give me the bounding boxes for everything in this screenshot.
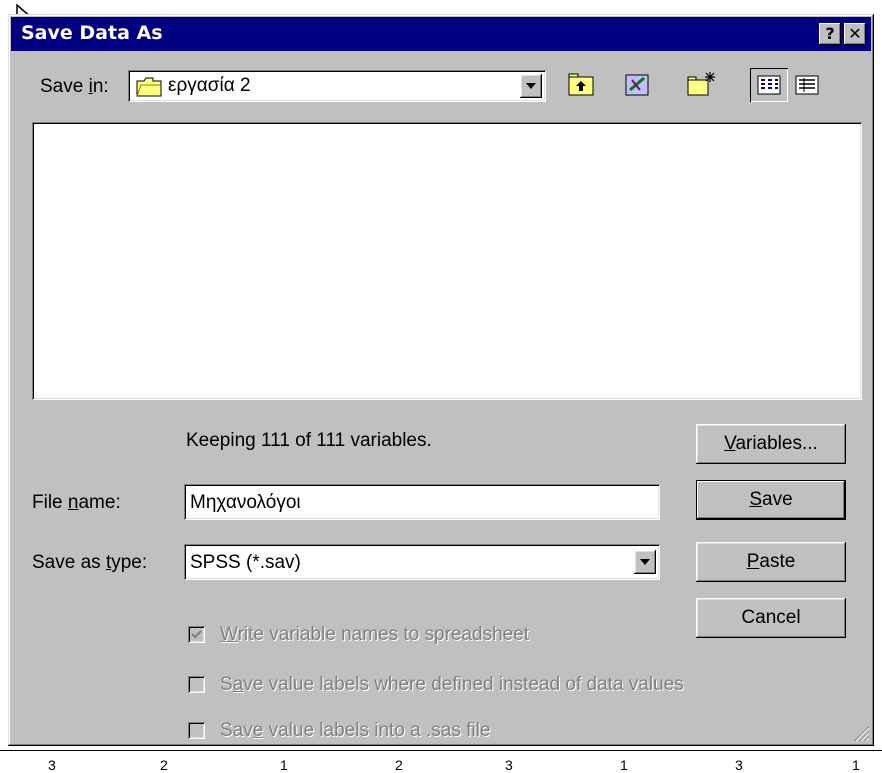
keeping-variables-text: Keeping 111 of 111 variables. xyxy=(186,430,432,451)
ruler-digit: 3 xyxy=(735,757,743,773)
save-as-type-dropdown-arrow[interactable] xyxy=(634,550,656,574)
new-folder-icon xyxy=(687,72,715,96)
save-value-labels-checkbox[interactable] xyxy=(188,676,205,693)
look-in-favorites-button[interactable] xyxy=(620,68,654,102)
ruler-digit: 1 xyxy=(620,757,628,773)
up-one-level-button[interactable] xyxy=(564,68,598,102)
create-new-folder-button[interactable] xyxy=(684,68,718,102)
save-as-type-label: Save as type: xyxy=(32,552,148,573)
save-as-type-value: SPSS (*.sav) xyxy=(190,552,301,573)
ruler-digit: 3 xyxy=(505,757,513,773)
ruler-digit: 3 xyxy=(48,757,56,773)
file-list[interactable] xyxy=(32,122,862,400)
ruler-digit: 1 xyxy=(280,757,288,773)
save-data-as-dialog: Save Data As ? ✕ Save in: εργασία 2 Keep… xyxy=(8,14,874,746)
list-view-button[interactable] xyxy=(750,68,788,102)
background-ruler: 3 2 1 2 3 1 3 1 xyxy=(0,750,882,773)
details-view-button[interactable] xyxy=(790,68,824,102)
details-view-icon xyxy=(795,75,819,95)
save-in-label: Save in: xyxy=(40,76,109,97)
favorites-icon xyxy=(625,74,649,96)
resize-grip-icon[interactable] xyxy=(852,724,870,742)
save-sas-file-checkbox[interactable] xyxy=(188,722,205,739)
up-folder-icon xyxy=(568,73,594,96)
save-value-labels-label: Save value labels where defined instead … xyxy=(220,674,684,695)
help-button[interactable]: ? xyxy=(819,23,841,45)
save-in-dropdown[interactable]: εργασία 2 xyxy=(128,70,546,102)
save-sas-file-label: Save value labels into a .sas file xyxy=(220,720,491,741)
check-mark-icon xyxy=(191,630,202,639)
write-variable-names-checkbox[interactable] xyxy=(188,626,205,643)
variables-button[interactable]: Variables... xyxy=(696,424,846,464)
save-in-folder-name: εργασία 2 xyxy=(168,75,251,96)
file-name-input[interactable]: Μηχανολόγοι xyxy=(184,484,660,520)
paste-button[interactable]: Paste xyxy=(696,542,846,582)
title-bar[interactable]: Save Data As ? ✕ xyxy=(11,17,871,51)
file-name-label: File name: xyxy=(32,492,121,513)
write-variable-names-label: Write variable names to spreadsheet xyxy=(220,624,530,645)
ruler-digit: 2 xyxy=(160,757,168,773)
dialog-title: Save Data As xyxy=(21,22,163,44)
close-button[interactable]: ✕ xyxy=(844,23,866,45)
file-name-value: Μηχανολόγοι xyxy=(190,492,301,513)
save-in-dropdown-arrow[interactable] xyxy=(520,74,542,98)
ruler-digit: 2 xyxy=(395,757,403,773)
folder-icon xyxy=(136,77,162,97)
save-button[interactable]: Save xyxy=(696,480,846,520)
cancel-button[interactable]: Cancel xyxy=(696,598,846,638)
save-as-type-dropdown[interactable]: SPSS (*.sav) xyxy=(184,544,660,580)
ruler-digit: 1 xyxy=(852,757,860,773)
list-view-icon xyxy=(757,75,781,95)
